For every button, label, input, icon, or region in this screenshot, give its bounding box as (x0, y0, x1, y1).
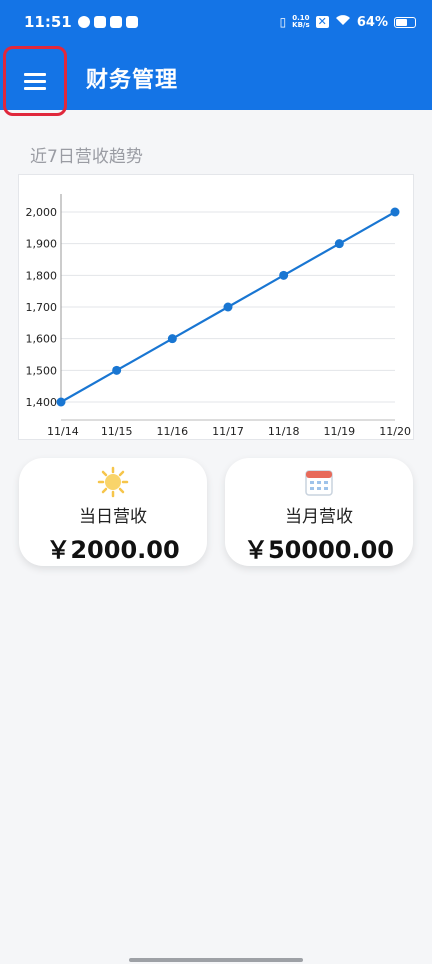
y-tick-label: 1,400 (26, 396, 58, 409)
x-tick-label: 11/14 (47, 425, 79, 438)
x-tick-label: 11/15 (101, 425, 133, 438)
page-title: 财务管理 (86, 68, 179, 93)
data-point (167, 334, 177, 344)
y-tick-label: 1,500 (26, 364, 58, 377)
check-circle-icon (77, 16, 90, 28)
notification-icons (77, 16, 138, 28)
data-point (279, 270, 289, 280)
sun-icon (97, 466, 129, 498)
x-tick-label: 11/17 (212, 425, 244, 438)
home-indicator[interactable] (129, 958, 303, 962)
line-chart: 1,400 1,500 1,600 1,700 1,800 1,900 2,000 11/14… (26, 194, 411, 438)
data-point (223, 302, 233, 312)
data-point (334, 239, 344, 249)
calendar-icon (305, 470, 333, 496)
data-point (56, 397, 66, 407)
battery-icon (394, 16, 416, 28)
net-speed: 0.10 KB/s (292, 15, 309, 29)
status-time: 11:51 (24, 13, 72, 31)
x-tick-label: 11/20 (379, 425, 411, 438)
monthly-revenue-value: ￥50000.00 (243, 536, 394, 564)
system-indicators: ▯ 0.10 KB/s ✕ 64% (280, 14, 416, 30)
section-title: 近7日营收趋势 (30, 147, 143, 167)
daily-revenue-card[interactable]: 当日营收 ￥2000.00 (19, 458, 207, 566)
no-sim-icon: ✕ (315, 15, 329, 28)
message-icon (125, 16, 138, 28)
daily-revenue-value: ￥2000.00 (46, 536, 180, 564)
battery-fill (396, 18, 407, 26)
y-tick-label: 1,900 (26, 238, 58, 251)
y-tick-label: 2,000 (26, 206, 58, 219)
vibrate-icon: ▯ (279, 15, 287, 29)
x-tick-label: 11/19 (323, 425, 355, 438)
app-bar: 财务管理 (0, 44, 432, 116)
app-icon (109, 16, 122, 28)
hamburger-menu-icon (24, 73, 46, 90)
media-icon (93, 16, 106, 28)
menu-button[interactable] (3, 46, 67, 116)
monthly-revenue-label: 当月营收 (285, 507, 353, 527)
x-tick-label: 11/16 (156, 425, 188, 438)
y-tick-label: 1,600 (26, 333, 58, 346)
net-speed-unit: KB/s (292, 21, 310, 29)
data-point (112, 365, 122, 375)
revenue-trend-chart: 1,400 1,500 1,600 1,700 1,800 1,900 2,000 11/14… (18, 174, 414, 440)
wifi-icon (335, 14, 351, 30)
daily-revenue-label: 当日营收 (79, 507, 147, 527)
x-tick-label: 11/18 (268, 425, 300, 438)
y-tick-label: 1,700 (26, 301, 58, 314)
status-bar: 11:51 ▯ 0.10 KB/s ✕ 64% (0, 0, 432, 44)
y-tick-label: 1,800 (26, 269, 58, 282)
data-point (390, 207, 400, 217)
battery-percent: 64% (356, 14, 388, 30)
monthly-revenue-card[interactable]: 当月营收 ￥50000.00 (225, 458, 413, 566)
